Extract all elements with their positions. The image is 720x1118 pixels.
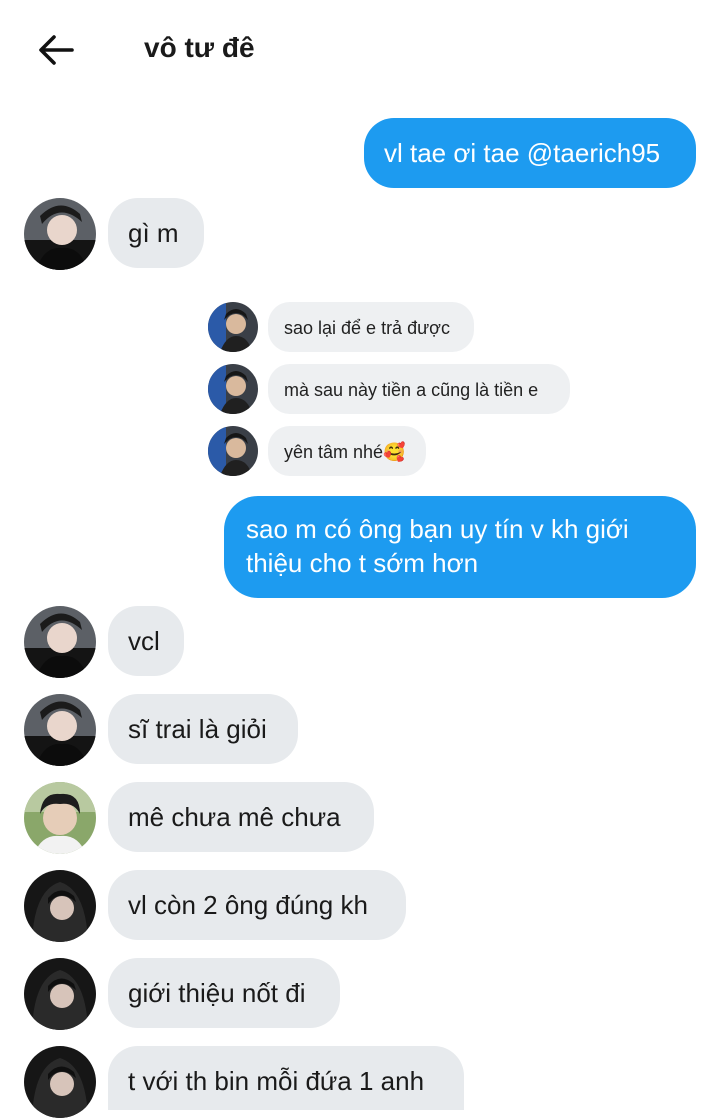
message-text: yên tâm nhé🥰 (284, 442, 406, 462)
message-text: t với th bin mỗi đứa 1 anh (128, 1066, 425, 1096)
incoming-message[interactable]: vcl (108, 606, 184, 676)
incoming-message[interactable]: sĩ trai là giỏi (108, 694, 298, 764)
incoming-message[interactable]: gì m (108, 198, 204, 268)
incoming-message[interactable]: t với th bin mỗi đứa 1 anh (108, 1046, 464, 1110)
incoming-message[interactable]: vl còn 2 ông đúng kh (108, 870, 406, 940)
message-text: vl còn 2 ông đúng kh (128, 890, 368, 920)
message-text: sĩ trai là giỏi (128, 714, 267, 744)
message-text: vcl (128, 626, 160, 656)
chat-header: vô tư đê (0, 0, 720, 100)
arrow-left-icon (39, 35, 74, 65)
avatar-user-1[interactable] (24, 694, 96, 766)
message-text: sao m có ông bạn uy tín v kh giới thiệu … (246, 514, 629, 578)
message-text: sao lại để e trả được (284, 318, 450, 338)
avatar-user-1[interactable] (24, 198, 96, 270)
avatar-user-4[interactable] (24, 958, 96, 1030)
avatar-user-4[interactable] (24, 1046, 96, 1118)
conversation-title: vô tư đê (144, 32, 255, 63)
message-text: mê chưa mê chưa (128, 802, 341, 832)
message-text: vl tae ơi tae @taerich95 (384, 138, 661, 168)
quoted-message[interactable]: yên tâm nhé🥰 (268, 426, 426, 476)
back-button[interactable] (34, 28, 78, 72)
avatar-user-3 (208, 364, 258, 414)
avatar-user-1[interactable] (24, 606, 96, 678)
message-text: giới thiệu nốt đi (128, 978, 306, 1008)
incoming-message[interactable]: giới thiệu nốt đi (108, 958, 340, 1028)
outgoing-message[interactable]: vl tae ơi tae @taerich95 (364, 118, 696, 188)
message-text: mà sau này tiền a cũng là tiền e (284, 380, 539, 400)
avatar-user-3 (208, 426, 258, 476)
quoted-message[interactable]: sao lại để e trả được (268, 302, 474, 352)
avatar-user-4[interactable] (24, 870, 96, 942)
avatar-user-2[interactable] (24, 782, 96, 854)
quoted-message[interactable]: mà sau này tiền a cũng là tiền e (268, 364, 570, 414)
avatar-user-3 (208, 302, 258, 352)
message-text: gì m (128, 218, 179, 248)
incoming-message[interactable]: mê chưa mê chưa (108, 782, 374, 852)
outgoing-message[interactable]: sao m có ông bạn uy tín v kh giới thiệu … (224, 496, 696, 598)
